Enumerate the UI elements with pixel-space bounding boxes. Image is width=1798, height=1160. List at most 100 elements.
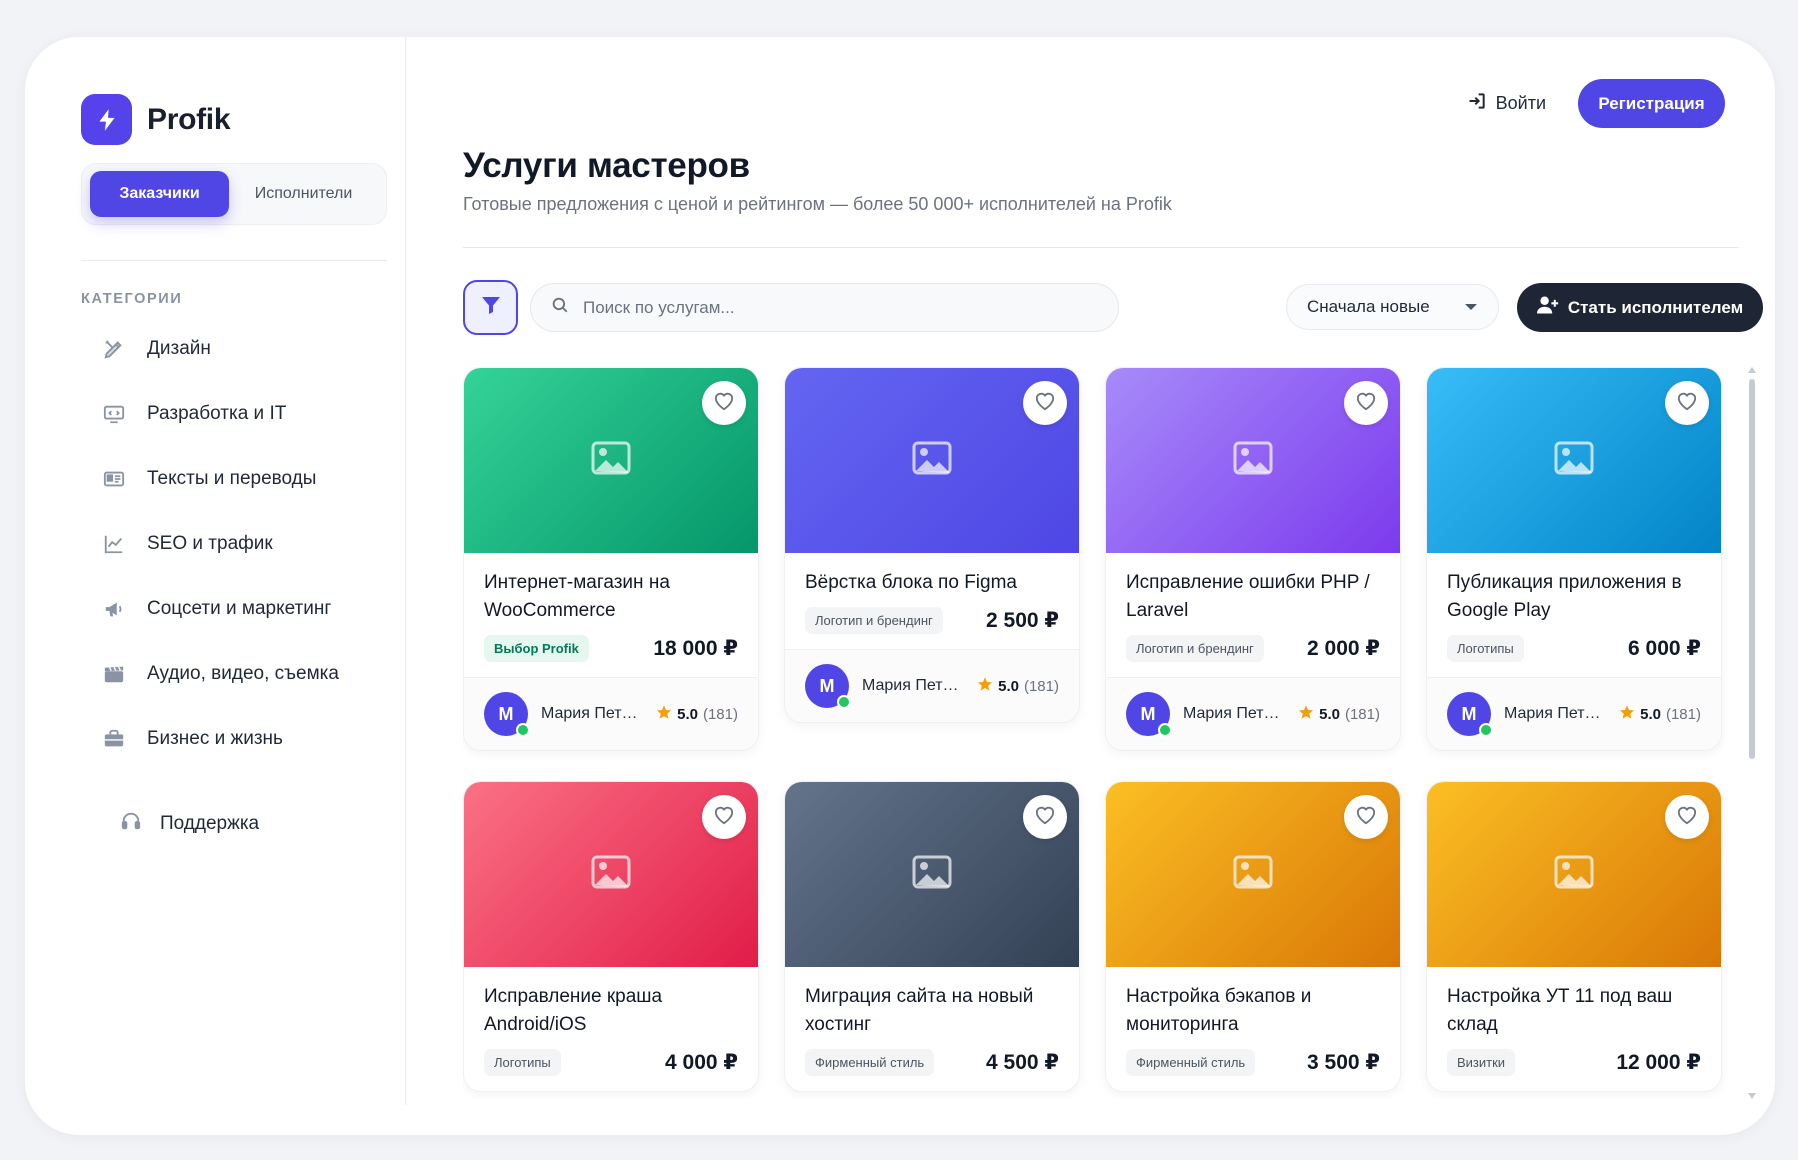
- code-monitor-icon: [101, 401, 127, 427]
- image-placeholder-icon: [1554, 441, 1594, 480]
- avatar[interactable]: M: [484, 692, 530, 737]
- scroll-down-arrow[interactable]: [1748, 1093, 1756, 1099]
- support-link[interactable]: Поддержка: [120, 810, 259, 838]
- sidebar-item-development[interactable]: Разработка и IT: [101, 381, 339, 446]
- favorite-button[interactable]: [702, 381, 746, 425]
- heart-icon: [1676, 805, 1698, 830]
- service-title[interactable]: Вёрстка блока по Figma: [805, 569, 1059, 597]
- card-meta: Логотип и брендинг 2 500 ₽: [805, 607, 1059, 634]
- service-cover[interactable]: [1427, 368, 1721, 553]
- service-cover[interactable]: [785, 782, 1079, 967]
- sidebar-item-design[interactable]: Дизайн: [101, 316, 339, 381]
- favorite-button[interactable]: [1665, 795, 1709, 839]
- logo[interactable]: Profik: [81, 94, 231, 145]
- card-body: Настройка УТ 11 под ваш склад Визитки 12 0…: [1427, 967, 1721, 1091]
- service-card[interactable]: Вёрстка блока по Figma Логотип и брендинг…: [784, 367, 1080, 723]
- service-card[interactable]: Миграция сайта на новый хостинг Фирменный…: [784, 781, 1080, 1092]
- favorite-button[interactable]: [1023, 795, 1067, 839]
- sort-selected-value: Сначала новые: [1307, 297, 1430, 316]
- review-count: (181): [1665, 705, 1701, 723]
- role-customers-button[interactable]: Заказчики: [90, 171, 230, 217]
- sidebar-item-texts[interactable]: Тексты и переводы: [101, 446, 339, 511]
- online-status-dot: [1158, 723, 1172, 737]
- login-label: Войти: [1495, 93, 1546, 113]
- avatar-initial: M: [1140, 703, 1156, 724]
- service-card[interactable]: Исправление краша Android/iOS Логотипы 4 0…: [463, 781, 759, 1092]
- service-cover[interactable]: [1427, 782, 1721, 967]
- author-name[interactable]: Мария Петрова: [1504, 705, 1604, 723]
- card-body: Исправление краша Android/iOS Логотипы 4 0…: [464, 967, 758, 1091]
- service-title[interactable]: Интернет-магазин на WooCommerce: [484, 569, 738, 625]
- chart-line-icon: [101, 531, 127, 557]
- service-cover[interactable]: [1106, 782, 1400, 967]
- heart-icon: [1034, 805, 1056, 830]
- favorite-button[interactable]: [1665, 381, 1709, 425]
- avatar[interactable]: M: [805, 664, 851, 709]
- heart-icon: [713, 805, 735, 830]
- sidebar-item-social[interactable]: Соцсети и маркетинг: [101, 576, 339, 641]
- sort-select[interactable]: Сначала новые: [1286, 284, 1499, 330]
- service-card[interactable]: Настройка бэкапов и мониторинга Фирменный…: [1105, 781, 1401, 1092]
- filter-icon: [479, 293, 503, 322]
- support-label: Поддержка: [160, 813, 260, 834]
- scroll-thumb[interactable]: [1749, 379, 1755, 759]
- favorite-button[interactable]: [1023, 381, 1067, 425]
- online-status-dot: [1479, 723, 1493, 737]
- service-title[interactable]: Миграция сайта на новый хостинг: [805, 983, 1059, 1039]
- service-card[interactable]: Настройка УТ 11 под ваш склад Визитки 12 0…: [1426, 781, 1722, 1092]
- sidebar-item-business[interactable]: Бизнес и жизнь: [101, 706, 339, 771]
- service-cover[interactable]: [1106, 368, 1400, 553]
- service-card[interactable]: Публикация приложения в Google Play Логот…: [1426, 367, 1722, 751]
- avatar[interactable]: M: [1447, 692, 1493, 737]
- header-divider: [463, 247, 1739, 248]
- sidebar-item-seo[interactable]: SEO и трафик: [101, 511, 339, 576]
- service-cover[interactable]: [464, 782, 758, 967]
- service-card[interactable]: Интернет-магазин на WooCommerce Выбор Pro…: [463, 367, 759, 751]
- card-meta: Выбор Profik 18 000 ₽: [484, 635, 738, 662]
- filter-button[interactable]: [463, 280, 518, 335]
- author-name[interactable]: Мария Петрова: [541, 705, 641, 723]
- card-meta: Логотипы 4 000 ₽: [484, 1049, 738, 1076]
- card-meta: Фирменный стиль 4 500 ₽: [805, 1049, 1059, 1076]
- favorite-button[interactable]: [1344, 795, 1388, 839]
- service-title[interactable]: Публикация приложения в Google Play: [1447, 569, 1701, 625]
- heart-icon: [713, 391, 735, 416]
- become-performer-label: Стать исполнителем: [1567, 297, 1744, 317]
- author-name[interactable]: Мария Петрова: [1183, 705, 1283, 723]
- rating: 5.0 (181): [1619, 704, 1701, 724]
- megaphone-icon: [101, 596, 127, 622]
- service-title[interactable]: Исправление краша Android/iOS: [484, 983, 738, 1039]
- user-plus-icon: [1536, 295, 1559, 320]
- category-tag: Логотипы: [1447, 635, 1524, 662]
- grid-scrollbar[interactable]: [1748, 367, 1756, 1099]
- avatar-initial: M: [819, 675, 835, 696]
- service-title[interactable]: Настройка УТ 11 под ваш склад: [1447, 983, 1701, 1039]
- heart-icon: [1676, 391, 1698, 416]
- service-cover[interactable]: [464, 368, 758, 553]
- service-title[interactable]: Исправление ошибки PHP / Laravel: [1126, 569, 1380, 625]
- favorite-button[interactable]: [1344, 381, 1388, 425]
- service-card[interactable]: Исправление ошибки PHP / Laravel Логотип …: [1105, 367, 1401, 751]
- search-input[interactable]: [583, 297, 1083, 318]
- favorite-button[interactable]: [702, 795, 746, 839]
- rating-value: 5.0: [1640, 705, 1661, 723]
- star-icon: [1619, 704, 1635, 724]
- sign-in-icon: [1467, 91, 1487, 116]
- image-placeholder-icon: [1233, 855, 1273, 894]
- avatar-initial: M: [1461, 703, 1477, 724]
- role-performers-button[interactable]: Исполнители: [229, 171, 378, 217]
- sidebar-item-media[interactable]: Аудио, видео, съемка: [101, 641, 339, 706]
- image-placeholder-icon: [1233, 441, 1273, 480]
- author-name[interactable]: Мария Петрова: [862, 677, 962, 695]
- login-link[interactable]: Войти: [1467, 91, 1546, 116]
- register-button[interactable]: Регистрация: [1578, 79, 1725, 128]
- avatar[interactable]: M: [1126, 692, 1172, 737]
- scroll-up-arrow[interactable]: [1748, 367, 1756, 373]
- topbar: Войти Регистрация: [1467, 79, 1725, 128]
- service-title[interactable]: Настройка бэкапов и мониторинга: [1126, 983, 1380, 1039]
- search-icon: [551, 296, 569, 319]
- become-performer-button[interactable]: Стать исполнителем: [1517, 283, 1763, 332]
- service-cover[interactable]: [785, 368, 1079, 553]
- category-tag: Выбор Profik: [484, 635, 589, 662]
- category-tag: Логотип и брендинг: [805, 607, 943, 634]
